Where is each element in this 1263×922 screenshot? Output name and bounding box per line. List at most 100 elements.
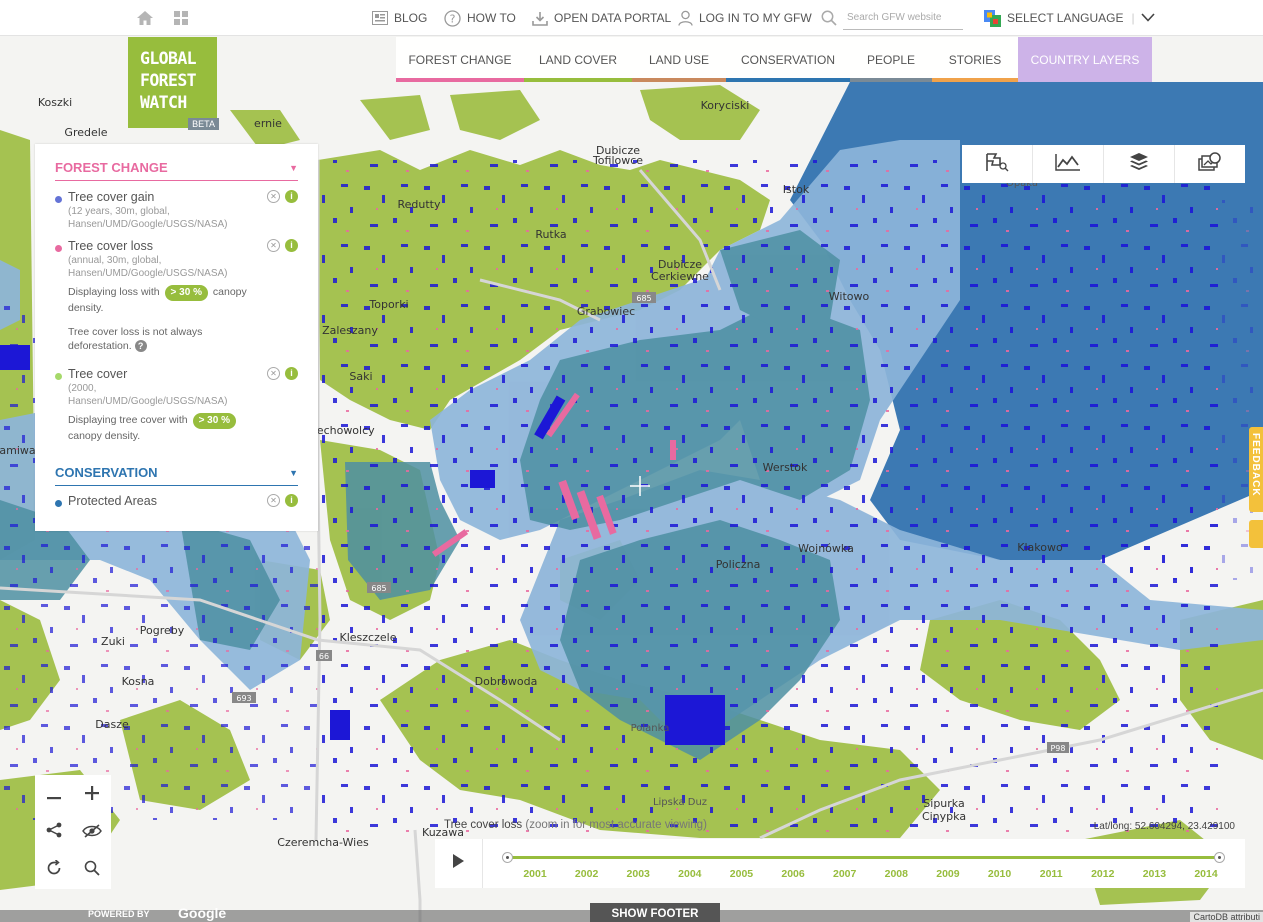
info-icon[interactable]: i [285,494,298,507]
flag-search-icon [984,152,1010,177]
timeline-year[interactable]: 2014 [1194,868,1217,880]
place-label: Polanka [631,723,670,734]
select-language-dropdown[interactable]: SELECT LANGUAGE | [984,0,1155,36]
timeline-start-handle[interactable] [502,852,513,863]
logo-line: GLOBAL [140,49,197,68]
layer-name: Tree cover gain [68,190,155,204]
question-icon: ? [444,9,461,27]
help-icon[interactable]: ? [134,340,147,352]
tab-underline [726,78,850,82]
apps-grid-icon[interactable] [173,0,189,36]
timeline-year[interactable]: 2011 [1040,868,1063,880]
tab-conservation[interactable]: CONSERVATION [726,37,850,82]
share-map-icon [1198,151,1222,177]
tab-underline [850,78,932,82]
timeline-year[interactable]: 2006 [781,868,804,880]
play-icon [453,854,464,873]
google-label: Google [178,905,227,921]
basemap-tool[interactable] [1175,145,1245,183]
login-link[interactable]: LOG IN TO MY GFW [678,0,812,36]
tab-forest-change[interactable]: FOREST CHANGE [396,37,524,82]
legend-section-title: FOREST CHANGE [55,160,168,175]
layer-name: Tree cover loss [68,239,153,253]
place-label: Koryciski [701,99,750,112]
powered-by-label: POWERED BY [88,909,150,919]
layer-name: Protected Areas [68,494,157,508]
tab-stories[interactable]: STORIES [932,37,1018,82]
gfw-logo[interactable]: GLOBAL FOREST WATCH BETA [128,37,219,130]
blog-link[interactable]: BLOG [372,0,427,36]
info-icon[interactable]: i [285,239,298,252]
tab-underline [632,78,726,82]
timeline-year[interactable]: 2004 [678,868,701,880]
timeline-year[interactable]: 2001 [523,868,546,880]
toggle-visibility-button[interactable] [73,813,111,851]
place-label: Gredele [64,126,107,139]
language-label: SELECT LANGUAGE [1007,11,1124,25]
cover-threshold-text: Displaying tree cover with > 30 % canopy… [68,413,298,443]
feedback-tab[interactable]: FEEDBACK [1249,427,1263,512]
layer-source: (annual, 30m, global, [68,255,162,266]
chart-icon [1055,153,1081,176]
timeline-year[interactable]: 2002 [575,868,598,880]
legend-section-header[interactable]: CONSERVATION ▼ [55,465,298,486]
show-footer-button[interactable]: SHOW FOOTER [590,903,720,922]
remove-layer-icon[interactable]: ✕ [267,494,280,507]
latlong-readout: Lat/long: 52.604294, 23.429100 [1093,821,1235,832]
timeline-track[interactable] [502,852,1225,863]
timeline-year[interactable]: 2010 [988,868,1011,880]
timeline-year[interactable]: 2003 [627,868,650,880]
timeline-year[interactable]: 2007 [833,868,856,880]
howto-link[interactable]: ? HOW TO [444,0,516,36]
legend-layer-gain: Tree cover gain (12 years, 30m, global, … [55,190,298,230]
tab-people[interactable]: PEOPLE [850,37,932,82]
tab-land-cover[interactable]: LAND COVER [524,37,632,82]
layer-source: Hansen/UMD/Google/USGS/NASA) [68,396,228,407]
timeline-year[interactable]: 2013 [1143,868,1166,880]
play-button[interactable] [435,839,483,888]
share-button[interactable] [35,813,73,851]
layer-source: Hansen/UMD/Google/USGS/NASA) [68,219,228,230]
feedback-note-tab[interactable] [1249,520,1263,548]
timeline-year[interactable]: 2012 [1091,868,1114,880]
tab-underline [524,78,632,82]
timeline-year[interactable]: 2008 [885,868,908,880]
remove-layer-icon[interactable]: ✕ [267,239,280,252]
open-data-portal-link[interactable]: OPEN DATA PORTAL [532,0,671,36]
layer-source: Hansen/UMD/Google/USGS/NASA) [68,268,228,279]
search-placeholder: Search GFW website [847,12,942,23]
analysis-tool[interactable] [1033,145,1104,183]
place-label: Witowo [829,290,870,303]
zoom-out-button[interactable] [35,775,73,813]
tab-label: PEOPLE [866,52,916,67]
timeline-year[interactable]: 2005 [730,868,753,880]
threshold-button[interactable]: > 30 % [192,413,236,429]
legend-layer-protected: Protected Areas ✕ i [55,494,298,508]
remove-layer-icon[interactable]: ✕ [267,367,280,380]
google-watermark: POWERED BY Google [0,905,226,922]
legend-layer-loss: Tree cover loss (annual, 30m, global, Ha… [55,239,298,353]
legend-section-header[interactable]: FOREST CHANGE ▼ [55,160,298,181]
tab-label: COUNTRY LAYERS [1030,52,1140,67]
remove-layer-icon[interactable]: ✕ [267,190,280,203]
tab-country-layers[interactable]: COUNTRY LAYERS [1018,37,1152,82]
threshold-button[interactable]: > 30 % [164,285,208,301]
country-search-tool[interactable] [962,145,1033,183]
timeline-year[interactable]: 2009 [936,868,959,880]
search-icon[interactable] [821,0,837,36]
tab-underline [396,78,524,82]
tab-land-use[interactable]: LAND USE [632,37,726,82]
info-icon[interactable]: i [285,367,298,380]
place-label: Lipska Duz [653,797,707,808]
timeline-end-handle[interactable] [1214,852,1225,863]
zoom-in-button[interactable] [73,775,111,813]
info-icon[interactable]: i [285,190,298,203]
search-input[interactable]: Search GFW website [843,6,963,30]
home-icon[interactable] [136,0,154,36]
place-label: Cinypka [922,810,966,823]
map-search-button[interactable] [73,851,111,889]
layers-tool[interactable] [1104,145,1175,183]
legend-panel: FOREST CHANGE ▼ Tree cover gain (12 year… [35,144,318,531]
reset-button[interactable] [35,851,73,889]
place-label: Saki [349,370,372,383]
